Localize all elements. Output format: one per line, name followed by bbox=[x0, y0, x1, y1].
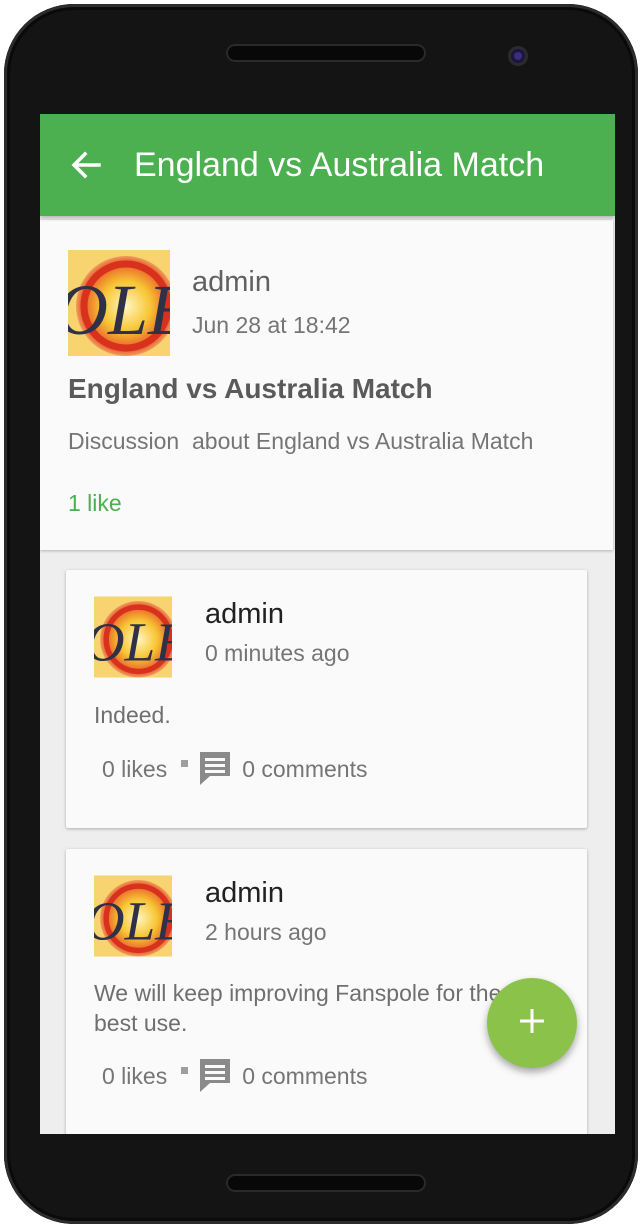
post-likes-link[interactable]: 1 like bbox=[68, 490, 122, 517]
post-description: Discussion about England vs Australia Ma… bbox=[68, 428, 534, 454]
app-bar: England vs Australia Match bbox=[40, 114, 615, 216]
plus-icon bbox=[519, 1008, 545, 1039]
comment-footer: 0 likes 0 comments bbox=[102, 750, 367, 788]
earpiece-speaker bbox=[226, 44, 426, 62]
page-title: England vs Australia Match bbox=[134, 145, 545, 184]
svg-text:OLE: OLE bbox=[68, 270, 170, 350]
post-title: England vs Australia Match bbox=[68, 373, 433, 404]
comment-count[interactable]: 0 comments bbox=[242, 1063, 367, 1090]
comment-count[interactable]: 0 comments bbox=[242, 756, 367, 783]
post-card: OLE admin Jun 28 at 18:42 England vs Aus… bbox=[40, 220, 613, 550]
bottom-speaker bbox=[226, 1174, 426, 1192]
separator-dot bbox=[181, 759, 189, 767]
comment-time: 0 minutes ago bbox=[205, 640, 350, 666]
avatar: OLE bbox=[94, 596, 172, 678]
separator-dot bbox=[181, 1066, 189, 1074]
avatar: OLE bbox=[68, 250, 170, 356]
comment-icon[interactable] bbox=[198, 750, 234, 788]
comment-author[interactable]: admin bbox=[205, 877, 284, 910]
svg-text:OLE: OLE bbox=[94, 891, 172, 952]
svg-text:OLE: OLE bbox=[94, 612, 172, 673]
comment-author[interactable]: admin bbox=[205, 598, 284, 631]
comment-text: We will keep improving Fanspole for the … bbox=[94, 980, 502, 1036]
comment-footer: 0 likes 0 comments bbox=[102, 1057, 367, 1095]
add-comment-button[interactable] bbox=[487, 978, 577, 1068]
comment-time: 2 hours ago bbox=[205, 919, 327, 945]
comment-text: Indeed. bbox=[94, 702, 171, 728]
arrow-back-icon[interactable] bbox=[66, 145, 106, 185]
comment-likes[interactable]: 0 likes bbox=[102, 1063, 167, 1090]
comment-icon[interactable] bbox=[198, 1057, 234, 1095]
post-author[interactable]: admin bbox=[192, 266, 271, 299]
post-date: Jun 28 at 18:42 bbox=[192, 312, 351, 338]
avatar: OLE bbox=[94, 875, 172, 957]
front-camera bbox=[508, 46, 528, 66]
comment-likes[interactable]: 0 likes bbox=[102, 756, 167, 783]
comment-card: OLE admin 0 minutes ago Indeed. 0 likes … bbox=[66, 570, 587, 828]
